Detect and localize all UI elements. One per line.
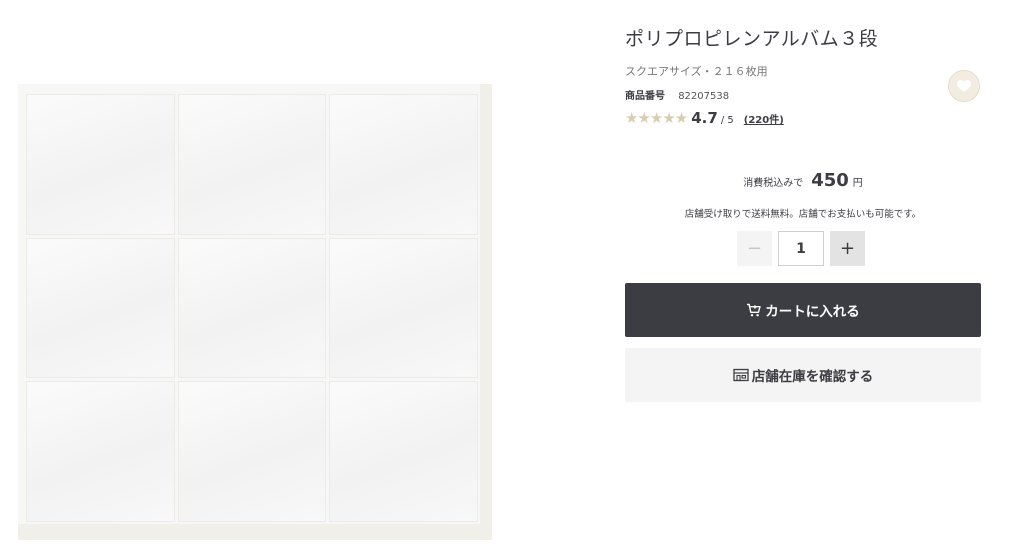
store-icon xyxy=(733,368,749,382)
sku-row: 商品番号 82207538 xyxy=(625,87,729,102)
album-pocket xyxy=(329,237,478,379)
cart-icon xyxy=(747,303,761,317)
price-prefix: 消費税込みで xyxy=(743,178,804,189)
product-image xyxy=(18,84,492,540)
add-to-cart-button[interactable]: カートに入れる xyxy=(625,283,981,337)
sku-label: 商品番号 xyxy=(625,91,665,102)
album-pocket xyxy=(26,94,175,235)
price-unit: 円 xyxy=(852,178,863,189)
rating-max: / 5 xyxy=(720,115,734,126)
price-row: 消費税込みで 450 円 xyxy=(625,170,981,191)
price-value: 450 xyxy=(811,170,849,191)
album-pocket xyxy=(26,381,175,522)
album-pocket xyxy=(329,94,478,235)
album-pages xyxy=(26,94,478,522)
pickup-note: 店舗受け取りで送料無料。店舗でお支払いも可能です。 xyxy=(684,209,922,220)
rating-stars: ★★★★★ xyxy=(625,109,688,127)
album-pocket xyxy=(329,381,478,522)
album-pocket xyxy=(177,381,327,522)
favorite-button[interactable] xyxy=(948,70,980,102)
product-title: ポリプロピレンアルバム３段 xyxy=(625,28,879,50)
sku-value: 82207538 xyxy=(678,91,730,102)
album-edge xyxy=(18,524,492,540)
quantity-input[interactable]: 1 xyxy=(778,231,824,266)
rating-value: 4.7 xyxy=(691,109,718,127)
heart-icon xyxy=(956,79,972,93)
check-store-stock-label: 店舗在庫を確認する xyxy=(751,369,874,385)
album-spine xyxy=(480,84,492,540)
album-pocket xyxy=(177,237,327,379)
product-subtitle: スクエアサイズ・２１６枚用 xyxy=(625,65,768,78)
quantity-decrease-button[interactable]: − xyxy=(737,231,772,266)
album-pocket xyxy=(26,237,175,379)
rating-row: ★★★★★ 4.7 / 5 (220件) xyxy=(625,109,784,127)
album-pocket xyxy=(177,94,327,235)
check-store-stock-button[interactable]: 店舗在庫を確認する xyxy=(625,348,981,402)
quantity-stepper: − 1 + xyxy=(737,231,865,266)
quantity-increase-button[interactable]: + xyxy=(830,231,865,266)
review-count-link[interactable]: (220件) xyxy=(744,111,784,126)
add-to-cart-label: カートに入れる xyxy=(765,304,860,320)
